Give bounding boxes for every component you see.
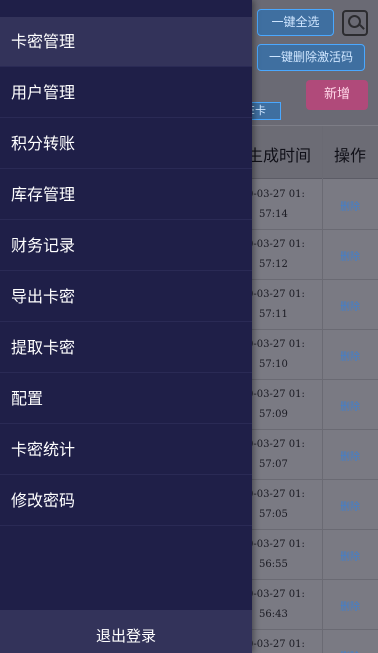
row-delete-button[interactable]: 删除 [322, 548, 378, 563]
drawer-item-divider [0, 117, 252, 118]
row-date: 0-03-27 01: [247, 289, 305, 300]
table-row: 0-03-27 01: 删除 [245, 630, 378, 653]
row-date: 0-03-27 01: [247, 539, 305, 550]
row-delete-button[interactable]: 删除 [322, 298, 378, 313]
drawer-top-spacer [0, 0, 252, 17]
drawer-item-label: 库存管理 [11, 185, 76, 204]
drawer-item-10[interactable]: 修改密码 [0, 476, 252, 526]
row-time: 57:05 [259, 509, 288, 520]
drawer-item-divider [0, 525, 252, 526]
drawer-item-label: 卡密管理 [11, 32, 76, 51]
drawer-item-label: 修改密码 [11, 491, 76, 510]
row-time: 57:10 [259, 359, 288, 370]
drawer-item-label: 导出卡密 [11, 287, 76, 306]
row-date: 0-03-27 01: [247, 339, 305, 350]
row-date: 0-03-27 01: [247, 439, 305, 450]
table-row: 0-03-27 01: 56:43 删除 [245, 580, 378, 630]
drawer-item-divider [0, 168, 252, 169]
drawer-item-9[interactable]: 卡密统计 [0, 425, 252, 475]
row-time: 57:12 [259, 259, 288, 270]
drawer-item-label: 提取卡密 [11, 338, 76, 357]
table-row: 0-03-27 01: 56:55 删除 [245, 530, 378, 580]
add-button[interactable]: 新增 [306, 80, 368, 110]
drawer-item-label: 用户管理 [11, 83, 76, 102]
drawer-item-divider [0, 372, 252, 373]
drawer-item-label: 配置 [11, 389, 44, 408]
row-time: 57:11 [259, 309, 288, 320]
header-actions: 操作 [333, 146, 366, 165]
drawer-item-1[interactable]: 卡密管理 [0, 17, 252, 67]
drawer-item-label: 卡密统计 [11, 440, 76, 459]
table-row: 0-03-27 01: 57:05 删除 [245, 480, 378, 530]
row-time: 57:09 [259, 409, 288, 420]
row-delete-button[interactable]: 删除 [322, 198, 378, 213]
drawer-item-2[interactable]: 用户管理 [0, 68, 252, 118]
drawer-item-divider [0, 474, 252, 475]
drawer-item-divider [0, 66, 252, 67]
row-date: 0-03-27 01: [247, 389, 305, 400]
table-row: 0-03-27 01: 57:11 删除 [245, 280, 378, 330]
logout-button[interactable]: 退出登录 [0, 610, 252, 653]
row-delete-button[interactable]: 删除 [322, 498, 378, 513]
drawer-item-4[interactable]: 库存管理 [0, 170, 252, 220]
row-delete-button[interactable]: 删除 [322, 448, 378, 463]
table-header: 生成时间 操作 [245, 126, 378, 179]
row-time: 57:14 [259, 209, 288, 220]
select-all-button[interactable]: 一键全选 [257, 9, 334, 36]
drawer-item-divider [0, 423, 252, 424]
drawer-item-divider [0, 219, 252, 220]
delete-all-codes-button[interactable]: 一键删除激活码 [257, 44, 365, 71]
drawer-item-3[interactable]: 积分转账 [0, 119, 252, 169]
table-row: 0-03-27 01: 57:07 删除 [245, 430, 378, 480]
row-delete-button[interactable]: 删除 [322, 598, 378, 613]
drawer-item-divider [0, 321, 252, 322]
row-date: 0-03-27 01: [247, 489, 305, 500]
drawer-item-divider [0, 270, 252, 271]
table-row: 0-03-27 01: 57:14 删除 [245, 180, 378, 230]
row-time: 56:55 [259, 559, 288, 570]
table-row: 0-03-27 01: 57:10 删除 [245, 330, 378, 380]
row-delete-button[interactable]: 删除 [322, 398, 378, 413]
row-date: 0-03-27 01: [247, 189, 305, 200]
table-row: 0-03-27 01: 57:12 删除 [245, 230, 378, 280]
table-row: 0-03-27 01: 57:09 删除 [245, 380, 378, 430]
header-created-time: 生成时间 [247, 146, 312, 165]
row-delete-button[interactable]: 删除 [322, 648, 378, 653]
drawer-item-7[interactable]: 提取卡密 [0, 323, 252, 373]
drawer-item-label: 积分转账 [11, 134, 76, 153]
search-icon[interactable] [342, 10, 368, 36]
drawer-item-6[interactable]: 导出卡密 [0, 272, 252, 322]
drawer-item-5[interactable]: 财务记录 [0, 221, 252, 271]
codes-table: 生成时间 操作 0-03-27 01: 57:14 删除 0-03-27 01: 57:… [245, 126, 378, 653]
row-time: 57:07 [259, 459, 288, 470]
row-date: 0-03-27 01: [247, 589, 305, 600]
search-handle-shape [359, 24, 365, 30]
side-drawer: 卡密管理用户管理积分转账库存管理财务记录导出卡密提取卡密配置卡密统计修改密码 退… [0, 0, 252, 653]
row-time: 56:43 [259, 609, 288, 620]
drawer-item-label: 财务记录 [11, 236, 76, 255]
row-delete-button[interactable]: 删除 [322, 248, 378, 263]
row-date: 0-03-27 01: [247, 239, 305, 250]
row-date: 0-03-27 01: [247, 639, 305, 650]
drawer-item-8[interactable]: 配置 [0, 374, 252, 424]
row-delete-button[interactable]: 删除 [322, 348, 378, 363]
